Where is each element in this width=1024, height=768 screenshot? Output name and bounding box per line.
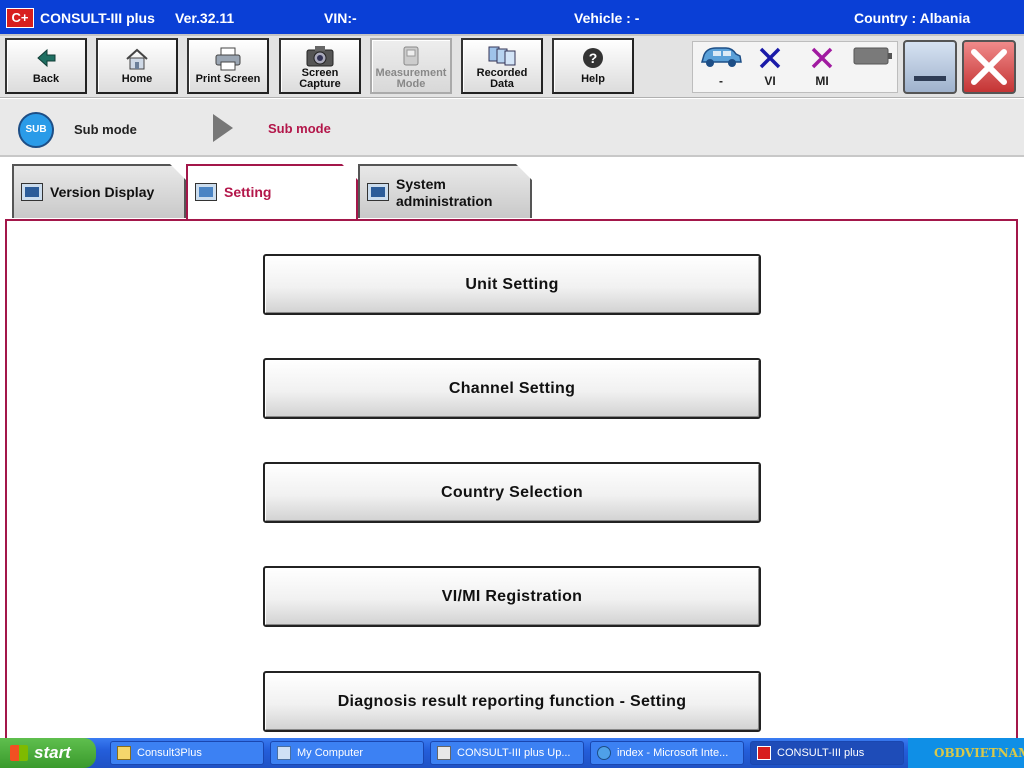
help-icon: ?	[554, 46, 632, 74]
close-icon	[971, 49, 1007, 85]
taskbar-item-label: My Computer	[297, 747, 364, 759]
windows-taskbar: start Consult3Plus My Computer CONSULT-I…	[0, 738, 1024, 768]
back-button-label: Back	[32, 73, 60, 85]
start-button[interactable]: start	[0, 738, 96, 768]
vehicle-status-label: -	[719, 74, 723, 88]
home-icon	[98, 46, 176, 74]
windows-flag-icon	[10, 745, 28, 761]
taskbar-item-consult-updater[interactable]: CONSULT-III plus Up...	[430, 741, 584, 765]
home-button-label: Home	[121, 73, 153, 85]
computer-icon	[277, 746, 291, 760]
app-version: Ver.32.11	[175, 10, 235, 26]
sub-mode-badge: SUB	[18, 112, 54, 148]
mi-status-label: MI	[815, 74, 829, 88]
screen-capture-button[interactable]: Screen Capture	[279, 38, 361, 94]
breadcrumb-current-sub-mode: Sub mode	[268, 121, 331, 136]
taskbar-item-label: Consult3Plus	[137, 747, 202, 759]
tab-version-display[interactable]: Version Display	[12, 164, 186, 218]
recorded-data-icon	[463, 44, 541, 68]
minimize-button[interactable]	[903, 40, 957, 94]
help-button-label: Help	[581, 73, 605, 85]
vi-mi-registration-button[interactable]: VI/MI Registration	[263, 566, 761, 627]
breadcrumb: SUB Sub mode Sub mode	[0, 99, 1024, 157]
country-readout: Country : Albania	[854, 10, 971, 26]
vi-status: VI	[745, 44, 795, 88]
vi-status-label: VI	[764, 74, 776, 88]
print-screen-button-label: Print Screen	[195, 73, 261, 85]
tab-setting-label: Setting	[224, 184, 272, 200]
car-icon	[696, 44, 746, 74]
recorded-data-button[interactable]: Recorded Data	[461, 38, 543, 94]
tab-system-administration-label-line1: System	[396, 176, 446, 192]
breadcrumb-arrow-icon	[213, 114, 233, 142]
unit-setting-button[interactable]: Unit Setting	[263, 254, 761, 315]
back-arrow-icon	[7, 46, 85, 74]
print-screen-button[interactable]: Print Screen	[187, 38, 269, 94]
vin-readout: VIN:-	[324, 10, 357, 26]
mi-status: MI	[797, 44, 847, 88]
printer-icon	[189, 46, 267, 74]
app-logo: C+	[6, 8, 34, 28]
diagnosis-result-reporting-setting-button[interactable]: Diagnosis result reporting function - Se…	[263, 671, 761, 732]
breadcrumb-item-sub-mode[interactable]: Sub mode	[74, 122, 137, 137]
system-administration-icon	[367, 183, 389, 201]
taskbar-item-internet-explorer[interactable]: index - Microsoft Inte...	[590, 741, 744, 765]
updater-icon	[437, 746, 451, 760]
consult-app-window: C+ CONSULT-III plus Ver.32.11 VIN:- Vehi…	[0, 0, 1024, 768]
tab-version-display-label: Version Display	[50, 184, 155, 200]
tab-strip: Version Display Setting System administr…	[0, 159, 1024, 221]
consult-app-icon	[757, 746, 771, 760]
obdvietnam-watermark: OBDVIETNAM	[934, 746, 1024, 760]
recorded-data-label-line2: Data	[490, 78, 514, 90]
vi-disconnected-x-icon	[745, 44, 795, 74]
setting-icon	[195, 183, 217, 201]
taskbar-item-label: CONSULT-III plus Up...	[457, 747, 571, 759]
mi-disconnected-x-icon	[797, 44, 847, 74]
measurement-mode-label-line2: Mode	[396, 78, 426, 90]
home-button[interactable]: Home	[96, 38, 178, 94]
taskbar-item-label: index - Microsoft Inte...	[617, 747, 729, 759]
app-name: CONSULT-III plus	[40, 10, 155, 26]
close-button[interactable]	[962, 40, 1016, 94]
version-display-icon	[21, 183, 43, 201]
measurement-icon	[372, 44, 450, 68]
channel-setting-button[interactable]: Channel Setting	[263, 358, 761, 419]
tab-system-administration-label-line2: administration	[396, 193, 493, 209]
setting-content-panel: Unit Setting Channel Setting Country Sel…	[5, 219, 1018, 744]
measurement-mode-button[interactable]: Measurement Mode	[370, 38, 452, 94]
taskbar-item-consult-iii-plus[interactable]: CONSULT-III plus	[750, 741, 904, 765]
title-bar: C+ CONSULT-III plus Ver.32.11 VIN:- Vehi…	[0, 0, 1024, 36]
start-label: start	[34, 743, 71, 762]
main-toolbar: Back Home Print Screen Screen Capture Me…	[0, 36, 1024, 98]
screen-capture-label-line2: Capture	[299, 78, 341, 90]
battery-status	[847, 44, 897, 74]
vehicle-status: -	[696, 44, 746, 88]
vehicle-readout: Vehicle : -	[574, 10, 640, 26]
taskbar-item-my-computer[interactable]: My Computer	[270, 741, 424, 765]
tab-system-administration[interactable]: System administration	[358, 164, 532, 218]
internet-explorer-icon	[597, 746, 611, 760]
battery-icon	[847, 44, 897, 74]
system-tray: OBDVIETNAM	[908, 738, 1024, 768]
minimize-icon	[914, 76, 946, 81]
camera-icon	[281, 44, 359, 68]
svg-text:?: ?	[589, 50, 598, 66]
taskbar-item-label: CONSULT-III plus	[777, 747, 865, 759]
taskbar-item-consult3plus[interactable]: Consult3Plus	[110, 741, 264, 765]
back-button[interactable]: Back	[5, 38, 87, 94]
tab-setting[interactable]: Setting	[186, 164, 358, 222]
help-button[interactable]: ? Help	[552, 38, 634, 94]
country-selection-button[interactable]: Country Selection	[263, 462, 761, 523]
connection-status-panel: - VI MI	[692, 41, 898, 93]
folder-icon	[117, 746, 131, 760]
